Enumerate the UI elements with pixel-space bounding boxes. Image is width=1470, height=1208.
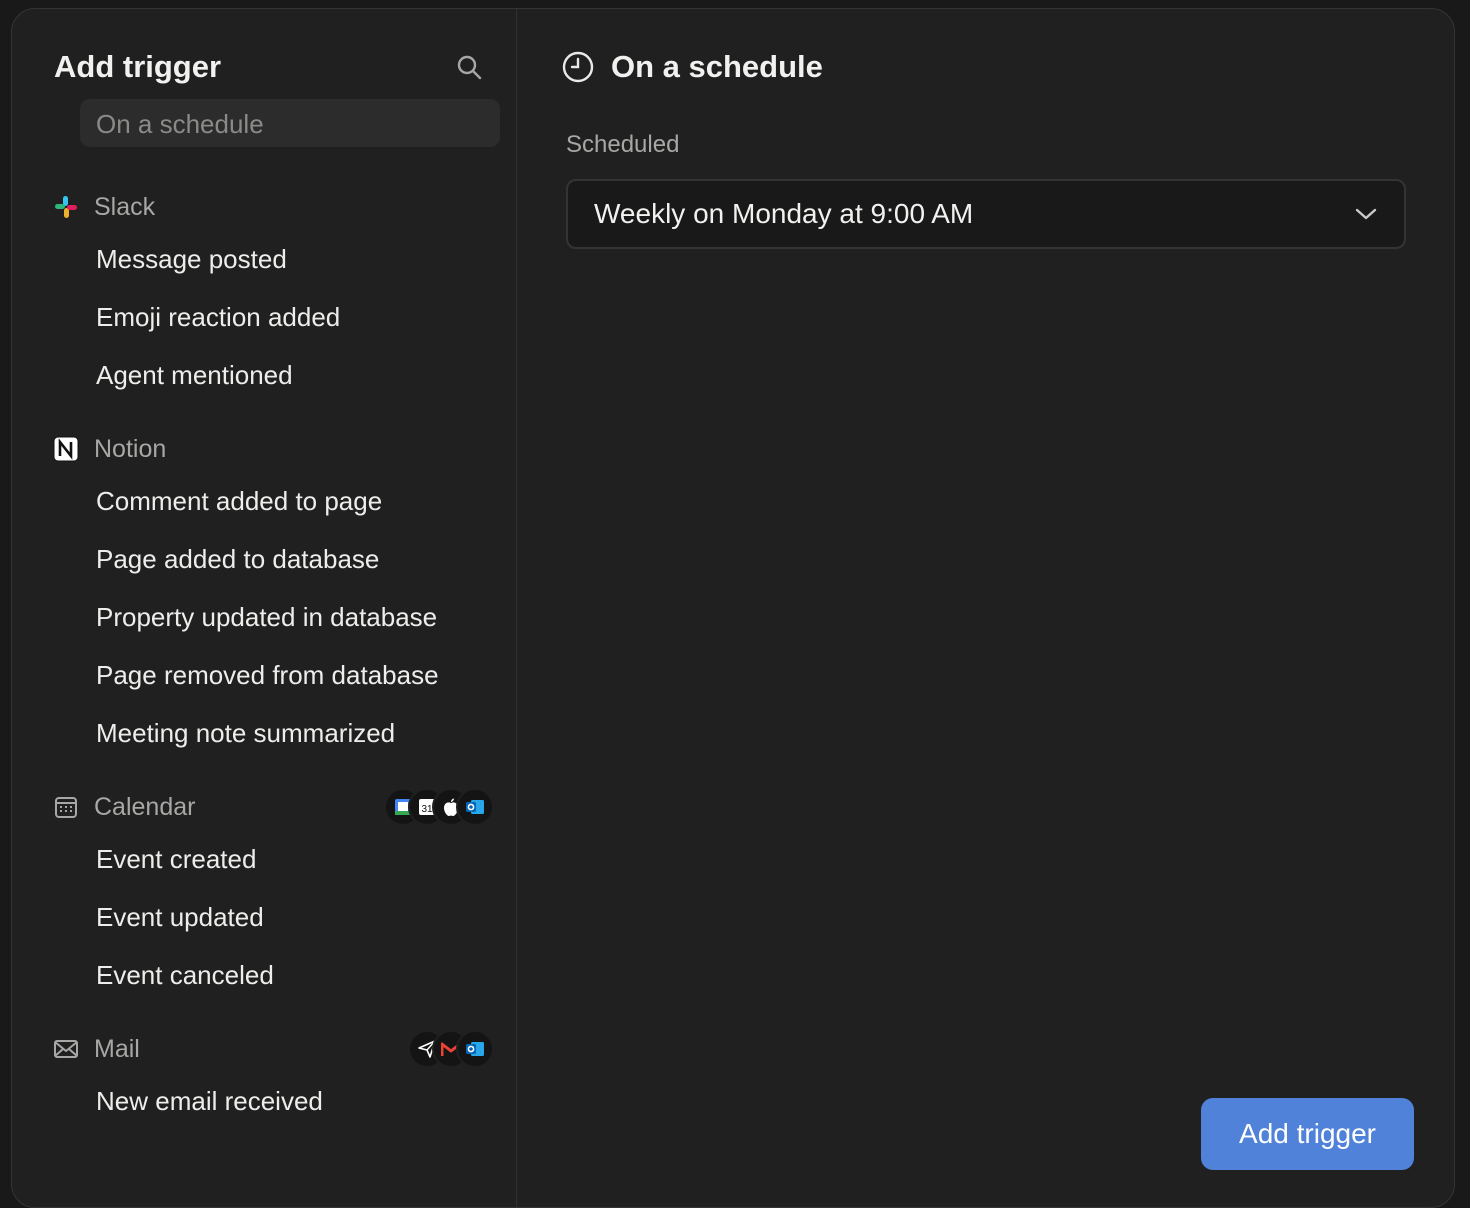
- trigger-option-page-removed[interactable]: Page removed from database: [12, 646, 516, 704]
- schedule-select[interactable]: Weekly on Monday at 9:00 AM: [566, 179, 1406, 249]
- group-label: Notion: [94, 435, 166, 464]
- group-mail: Mail New email received: [12, 1026, 516, 1130]
- trigger-option-meeting-note-summarized[interactable]: Meeting note summarized: [12, 704, 516, 762]
- group-label: Calendar: [94, 793, 195, 822]
- trigger-option-event-updated[interactable]: Event updated: [12, 888, 516, 946]
- outlook-icon: [456, 1030, 494, 1068]
- group-label: Mail: [94, 1035, 140, 1064]
- group-header-mail: Mail: [12, 1026, 516, 1072]
- sidebar-title: Add trigger: [54, 49, 221, 85]
- trigger-option-message-posted[interactable]: Message posted: [12, 230, 516, 288]
- trigger-option-property-updated[interactable]: Property updated in database: [12, 588, 516, 646]
- group-label: Slack: [94, 193, 155, 222]
- trigger-sidebar: Add trigger On a schedule: [12, 9, 517, 1207]
- slack-icon: [52, 193, 80, 221]
- outlook-icon: [456, 788, 494, 826]
- trigger-option-comment-added[interactable]: Comment added to page: [12, 472, 516, 530]
- trigger-option-emoji-reaction-added[interactable]: Emoji reaction added: [12, 288, 516, 346]
- group-calendar: Calendar 31: [12, 784, 516, 1004]
- sidebar-header: Add trigger: [54, 49, 486, 85]
- clock-icon: [561, 50, 595, 84]
- group-header-calendar: Calendar 31: [12, 784, 516, 830]
- trigger-option-new-email-received[interactable]: New email received: [12, 1072, 516, 1130]
- add-trigger-button[interactable]: Add trigger: [1201, 1098, 1414, 1170]
- calendar-integrations: 31: [398, 788, 494, 826]
- schedule-field-label: Scheduled: [566, 131, 679, 159]
- add-trigger-dialog: Add trigger On a schedule: [11, 8, 1455, 1208]
- chevron-down-icon: [1354, 207, 1378, 221]
- trigger-option-on-a-schedule[interactable]: On a schedule: [80, 99, 500, 147]
- mail-icon: [52, 1035, 80, 1063]
- detail-header: On a schedule: [561, 49, 823, 85]
- search-icon: [456, 54, 482, 80]
- mail-integrations: [422, 1030, 494, 1068]
- group-slack: Slack Message posted Emoji reaction adde…: [12, 184, 516, 404]
- detail-title: On a schedule: [611, 49, 823, 85]
- trigger-option-page-added[interactable]: Page added to database: [12, 530, 516, 588]
- notion-icon: [52, 435, 80, 463]
- trigger-option-agent-mentioned[interactable]: Agent mentioned: [12, 346, 516, 404]
- group-header-notion: Notion: [12, 426, 516, 472]
- trigger-detail-panel: On a schedule Scheduled Weekly on Monday…: [517, 9, 1454, 1207]
- calendar-icon: [52, 793, 80, 821]
- group-notion: Notion Comment added to page Page added …: [12, 426, 516, 762]
- trigger-option-event-canceled[interactable]: Event canceled: [12, 946, 516, 1004]
- trigger-option-event-created[interactable]: Event created: [12, 830, 516, 888]
- search-button[interactable]: [452, 50, 486, 84]
- schedule-select-value: Weekly on Monday at 9:00 AM: [594, 198, 973, 230]
- group-header-slack: Slack: [12, 184, 516, 230]
